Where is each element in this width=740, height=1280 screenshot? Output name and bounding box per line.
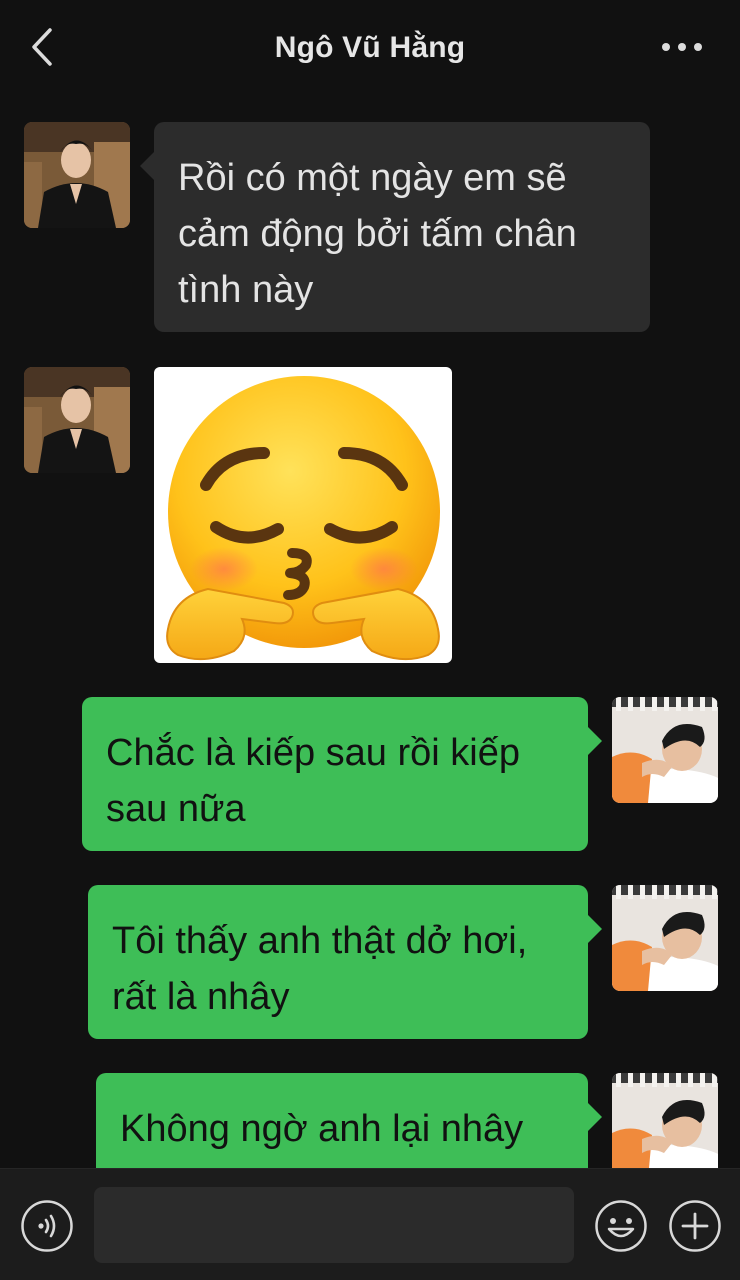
plus-icon xyxy=(669,1200,721,1252)
message-text-line: tình này xyxy=(178,269,314,311)
my-avatar[interactable] xyxy=(612,697,718,803)
message-input[interactable] xyxy=(94,1187,574,1263)
chat-title: Ngô Vũ Hằng xyxy=(274,31,466,64)
voice-icon xyxy=(21,1200,73,1252)
contact-avatar[interactable] xyxy=(24,122,130,228)
outgoing-message-bubble[interactable]: Chắc là kiếp sau rồi kiếp sau nữa xyxy=(82,697,602,851)
sticker-message[interactable] xyxy=(154,367,452,663)
my-avatar[interactable] xyxy=(612,885,718,991)
outgoing-message-bubble[interactable]: Tôi thấy anh thật dở hơi, rất là nhây xyxy=(88,885,602,1039)
kissing-face-emoji-icon xyxy=(166,376,440,661)
more-dots-icon xyxy=(662,43,702,51)
message-text-line: sau nữa xyxy=(106,788,246,830)
chevron-left-icon xyxy=(32,28,52,66)
outgoing-message-bubble[interactable]: Không ngờ anh lại nhây lây cả tôi xyxy=(96,1073,602,1168)
emoji-icon xyxy=(595,1200,647,1252)
chat-header: Ngô Vũ Hằng xyxy=(0,0,740,96)
my-avatar[interactable] xyxy=(612,1073,718,1168)
incoming-message-bubble[interactable]: Rồi có một ngày em sẽ cảm động bởi tấm c… xyxy=(140,122,650,332)
message-text-line: rất là nhây xyxy=(112,976,290,1018)
back-button[interactable] xyxy=(26,26,62,68)
message-text-line: Không ngờ anh lại nhây xyxy=(120,1108,524,1150)
input-bar xyxy=(0,1168,740,1280)
message-text-line: lây cả tôi xyxy=(120,1157,564,1168)
contact-avatar[interactable] xyxy=(24,367,130,473)
message-list[interactable]: Rồi có một ngày em sẽ cảm động bởi tấm c… xyxy=(0,96,740,1168)
emoji-button[interactable] xyxy=(594,1199,648,1253)
more-actions-button[interactable] xyxy=(668,1199,722,1253)
more-options-button[interactable] xyxy=(660,30,704,64)
message-text-line: cảm động bởi tấm chân xyxy=(178,213,577,255)
message-text-line: Chắc là kiếp sau rồi kiếp xyxy=(106,732,520,774)
message-text-line: Tôi thấy anh thật dở hơi, xyxy=(112,920,528,962)
voice-button[interactable] xyxy=(20,1199,74,1253)
message-text-line: Rồi có một ngày em sẽ xyxy=(178,157,567,199)
